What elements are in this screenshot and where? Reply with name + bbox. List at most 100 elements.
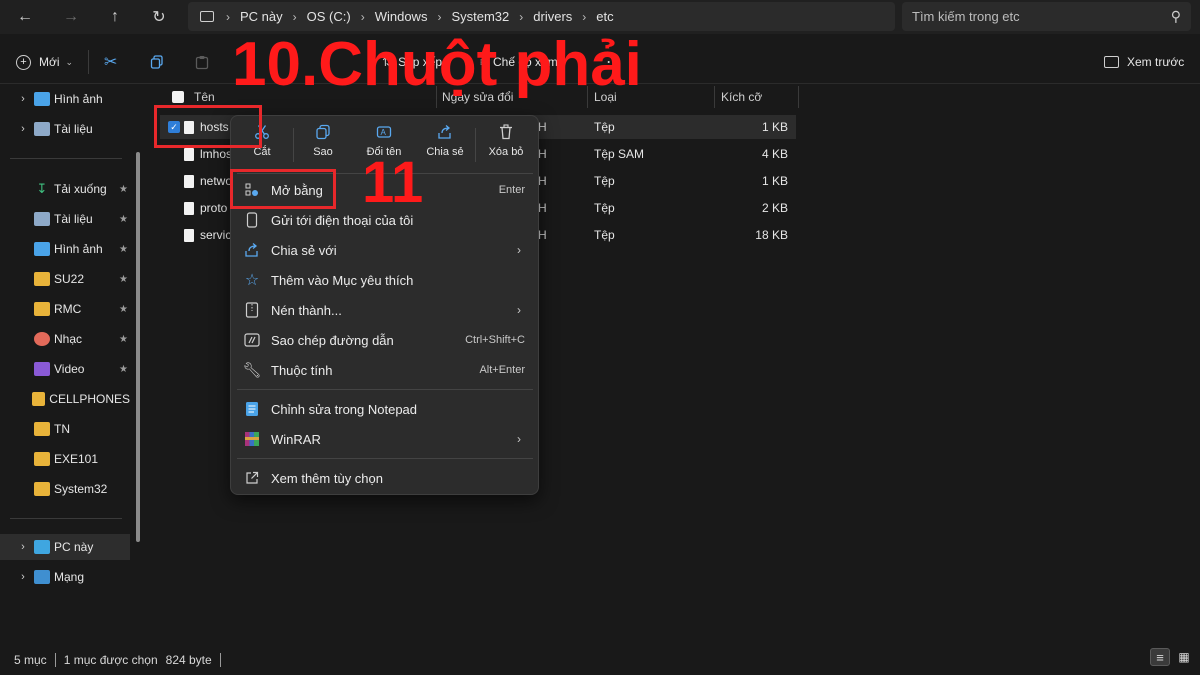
menu-item-label: Chỉnh sửa trong Notepad [271,401,418,417]
copy-icon[interactable] [150,50,164,74]
menu-item-label: WinRAR [271,431,321,447]
forward-arrow-icon[interactable]: → [58,6,84,28]
copy-button[interactable]: Sao [295,124,351,168]
menu-item-compress[interactable]: Nén thành... › [237,295,533,325]
scissors-icon[interactable]: ✂ [104,50,117,74]
menu-item-share-with[interactable]: Chia sẻ với › [237,235,533,265]
menu-item-properties[interactable]: 🔧︎ Thuộc tính Alt+Enter [237,355,533,385]
file-date: H [538,120,547,134]
menu-item-copy-path[interactable]: Sao chép đường dẫn Ctrl+Shift+C [237,325,533,355]
details-view-button[interactable]: ≡ [1150,648,1170,666]
menu-item-winrar[interactable]: WinRAR › [237,424,533,454]
search-placeholder: Tìm kiếm trong etc [912,9,1020,24]
menu-item-shortcut: Ctrl+Shift+C [465,334,525,346]
refresh-icon[interactable]: ↻ [146,6,172,28]
pictures-icon [34,242,50,256]
file-size: 1 KB [761,174,788,188]
breadcrumb-item[interactable]: System32 [451,9,509,24]
chevron-right-icon: › [360,9,365,24]
column-name-label: Tên [194,90,215,104]
file-icon [184,174,194,188]
delete-label: Xóa bỏ [488,146,524,158]
pin-icon: ★ [119,183,128,195]
sidebar-scrollbar[interactable] [136,152,140,542]
wrench-icon: 🔧︎ [242,362,262,379]
breadcrumb-item[interactable]: etc [596,9,613,24]
highlight-box-open-with [230,169,336,209]
sidebar-item-cellphones[interactable]: CELLPHONES [0,386,130,412]
sidebar-item-system32[interactable]: System32 [0,476,130,502]
music-icon [34,332,50,346]
column-divider[interactable] [798,86,799,108]
paste-icon[interactable] [195,50,209,74]
breadcrumb[interactable]: › PC này › OS (C:) › Windows › System32 … [188,2,895,31]
preview-button-label: Xem trước [1127,55,1185,69]
file-size: 4 KB [761,147,788,161]
sidebar-item-documents-pinned[interactable]: Tài liệu ★ [0,206,130,232]
tiles-view-button[interactable]: ▦ [1174,648,1194,666]
select-all-checkbox[interactable] [172,91,184,103]
sidebar-item-pictures-pinned[interactable]: Hình ảnh ★ [0,236,130,262]
preview-button[interactable]: Xem trước [1104,50,1184,74]
sidebar-item-label: System32 [54,482,108,496]
menu-item-edit-notepad[interactable]: Chỉnh sửa trong Notepad [237,394,533,424]
selection-size: 824 byte [165,652,212,667]
menu-item-add-favorites[interactable]: ☆ Thêm vào Mục yêu thích [237,265,533,295]
sidebar-item-documents[interactable]: › Tài liệu [0,116,130,142]
folder-icon [34,272,50,286]
copy-path-icon [243,331,261,349]
menu-divider [237,389,533,390]
sidebar-item-exe101[interactable]: EXE101 [0,446,130,472]
sidebar-divider [10,518,122,519]
sidebar-item-this-pc[interactable]: › PC này [0,534,130,560]
sidebar-item-label: Nhạc [54,332,83,346]
monitor-icon [200,11,214,22]
sidebar-item-network[interactable]: › Mạng [0,564,130,590]
sidebar-item-label: Tài liệu [54,212,93,226]
chevron-right-icon[interactable]: › [16,93,30,105]
chevron-right-icon[interactable]: › [16,123,30,135]
star-icon: ☆ [244,272,260,289]
chevron-right-icon[interactable]: › [16,571,30,583]
sidebar-item-label: PC này [54,540,94,554]
column-divider[interactable] [714,86,715,108]
sidebar-item-tn[interactable]: TN [0,416,130,442]
file-type: Tệp [594,228,615,242]
menu-item-more-options[interactable]: Xem thêm tùy chọn [237,463,533,493]
search-input[interactable]: Tìm kiếm trong etc ⚲ [902,2,1191,31]
chevron-right-icon[interactable]: › [16,541,30,553]
file-type: Tệp [594,201,615,215]
column-header-size[interactable]: Kích cỡ [721,84,762,110]
copy-icon [316,124,330,140]
breadcrumb-item[interactable]: OS (C:) [307,9,351,24]
file-type: Tệp SAM [594,147,645,161]
file-size: 2 KB [761,201,788,215]
video-icon [34,362,50,376]
share-label: Chia sẻ [426,146,464,158]
breadcrumb-item[interactable]: Windows [375,9,428,24]
selection-count: 1 mục được chọn [63,652,158,667]
sidebar-item-music[interactable]: Nhạc ★ [0,326,130,352]
sidebar-item-downloads[interactable]: ↧ Tải xuống ★ [0,176,130,202]
sidebar-item-su22[interactable]: SU22 ★ [0,266,130,292]
new-button-label: Mới [39,55,60,69]
up-arrow-icon[interactable]: ↑ [102,6,128,28]
chevron-right-icon: › [437,9,442,24]
sidebar-item-pictures[interactable]: › Hình ảnh [0,86,130,112]
file-type: Tệp [594,174,615,188]
breadcrumb-item[interactable]: drivers [533,9,572,24]
back-arrow-icon[interactable]: ← [12,6,38,28]
sidebar-item-video[interactable]: Video ★ [0,356,130,382]
breadcrumb-item[interactable]: PC này [240,9,283,24]
sidebar-item-rmc[interactable]: RMC ★ [0,296,130,322]
column-size-label: Kích cỡ [721,90,763,104]
file-size: 1 KB [761,120,788,134]
delete-button[interactable]: Xóa bỏ [478,124,534,168]
file-date: H [538,174,547,188]
new-button[interactable]: + Mới ⌄ [16,50,73,74]
network-icon [34,570,50,584]
chevron-right-icon: › [582,9,587,24]
chevron-right-icon: › [226,9,230,24]
pin-icon: ★ [119,303,128,315]
share-button[interactable]: Chia sẻ [417,124,473,168]
